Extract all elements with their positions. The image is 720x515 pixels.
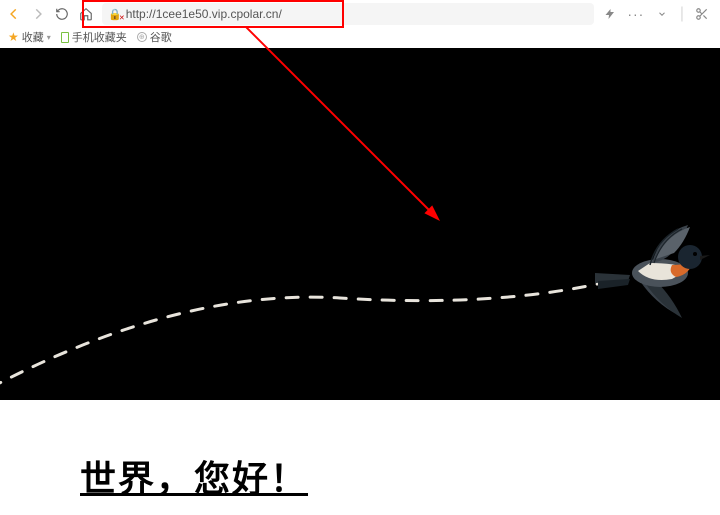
globe-icon: ⊕ [137, 32, 147, 42]
star-icon: ★ [8, 30, 19, 44]
hero-section [0, 48, 720, 400]
favorites-button[interactable]: ★ 收藏 ▾ [8, 29, 51, 45]
home-icon[interactable] [78, 6, 94, 22]
bird-image [590, 223, 710, 323]
phone-icon [61, 32, 69, 43]
bookmark-google-label: 谷歌 [150, 29, 172, 45]
page-heading[interactable]: 世界，您好！ [80, 450, 720, 502]
divider: | [680, 5, 684, 23]
browser-toolbar: 🔒 http://1cee1e50.vip.cpolar.cn/ ··· | [0, 0, 720, 28]
address-bar[interactable]: 🔒 http://1cee1e50.vip.cpolar.cn/ [102, 3, 594, 25]
bookmarks-bar: ★ 收藏 ▾ 手机收藏夹 ⊕ 谷歌 [0, 28, 720, 48]
url-text: http://1cee1e50.vip.cpolar.cn/ [126, 7, 282, 21]
favorites-label: 收藏 [22, 29, 44, 45]
chevron-down-icon[interactable] [654, 6, 670, 22]
insecure-icon: 🔒 [108, 8, 122, 21]
toolbar-right: ··· | [602, 5, 714, 23]
more-icon[interactable]: ··· [628, 6, 644, 22]
back-icon[interactable] [6, 6, 22, 22]
bookmark-mobile[interactable]: 手机收藏夹 [61, 29, 127, 45]
reload-icon[interactable] [54, 6, 70, 22]
bolt-icon[interactable] [602, 6, 618, 22]
bookmark-google[interactable]: ⊕ 谷歌 [137, 29, 172, 45]
forward-icon[interactable] [30, 6, 46, 22]
scissors-icon[interactable] [694, 6, 710, 22]
bookmark-mobile-label: 手机收藏夹 [72, 29, 127, 45]
